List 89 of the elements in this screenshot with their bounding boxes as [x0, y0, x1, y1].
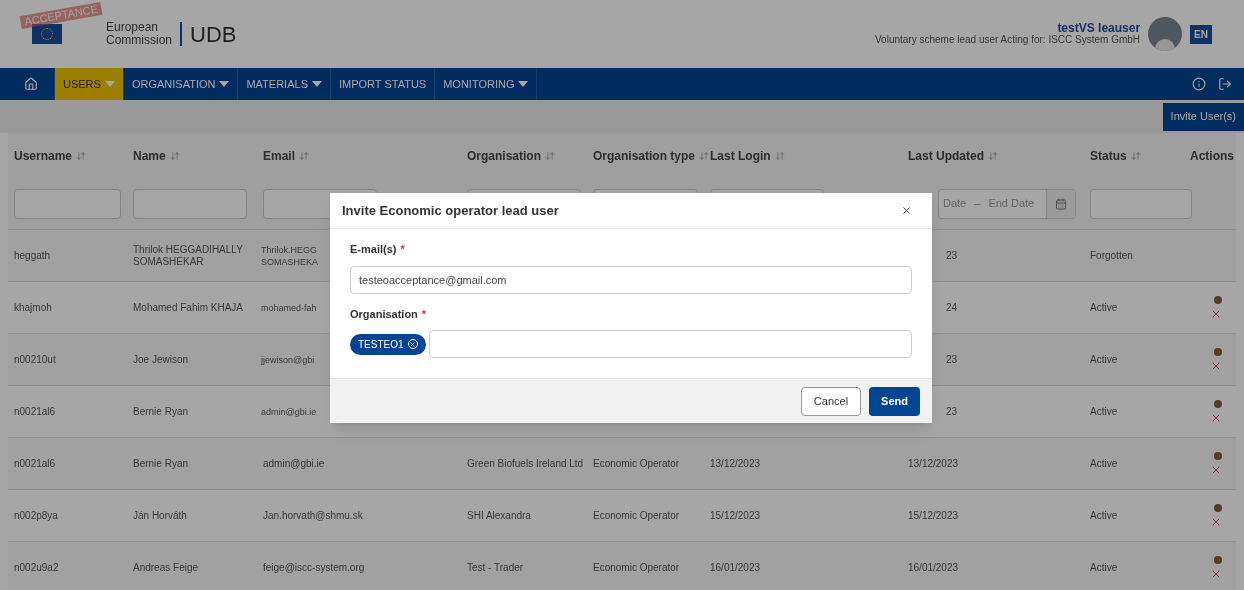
filter-field[interactable] — [1090, 188, 1192, 219]
table-cell: n0021al6 — [14, 405, 56, 417]
column-header[interactable]: Email — [263, 146, 295, 165]
table-cell: Andreas Feige — [133, 561, 199, 573]
table-cell: heggath — [14, 249, 51, 261]
table-cell: 13/12/2023 — [908, 457, 959, 469]
info-icon[interactable] — [1192, 77, 1206, 91]
table-cell: mohamed-fah — [261, 302, 317, 313]
nav-tab[interactable]: USERS — [55, 68, 124, 100]
table-cell: Forgotten — [1090, 249, 1133, 261]
organisation-field[interactable] — [428, 330, 912, 358]
table-cell: admin@gbi.ie — [261, 406, 317, 417]
table-cell: n002p8ya — [14, 509, 58, 521]
avatar-icon[interactable] — [1148, 17, 1183, 51]
remove-icon[interactable] — [407, 339, 418, 349]
column-header[interactable]: Actions — [1190, 146, 1234, 165]
column-header[interactable]: Organisation — [467, 146, 541, 165]
filter-field[interactable] — [14, 188, 121, 219]
filter-field[interactable] — [133, 188, 247, 219]
table-cell: Economic Operator — [593, 509, 680, 521]
table-cell: 15/12/2023 — [710, 509, 761, 521]
table-cell: jjewison@gbi — [261, 354, 315, 365]
table-cell: Economic Operator — [593, 561, 680, 573]
table-cell: Economic Operator — [593, 457, 680, 469]
table-cell: feige@iscc-system.org — [263, 561, 365, 573]
language-button[interactable]: EN — [1190, 24, 1212, 44]
table-cell: Bernie Ryan — [133, 457, 189, 469]
table-cell: khajmoh — [14, 301, 52, 313]
table-cell: Green Biofuels Ireland Ltd — [467, 457, 584, 469]
date-placeholder: End Date — [988, 196, 1035, 212]
date-separator: – — [973, 196, 982, 212]
table-cell: 13/12/2023 — [710, 457, 761, 469]
table-cell: Active — [1090, 405, 1118, 417]
table-cell: Active — [1090, 457, 1118, 469]
table-cell: n002u9a2 — [14, 561, 59, 573]
table-cell: Thrilok.HEGG SOMASHEKA — [261, 244, 318, 267]
table-cell: 16/01/2023 — [710, 561, 761, 573]
table-cell: n0021al6 — [14, 457, 56, 469]
table-cell: Bernie Ryan — [133, 405, 189, 417]
table-cell: n00210ut — [14, 353, 56, 365]
table-cell: Active — [1090, 301, 1118, 313]
column-header[interactable]: Status — [1090, 146, 1127, 165]
table-cell: Thrilok HEGGADIHALLY SOMASHEKAR — [133, 243, 243, 267]
calendar-icon[interactable] — [1046, 189, 1075, 218]
user-role: Voluntary scheme lead user Acting for: ISCC System GmbH — [875, 34, 1141, 46]
table-cell: 16/01/2023 — [908, 561, 959, 573]
logout-icon[interactable] — [1218, 77, 1232, 91]
email-field[interactable]: testeoacceptance@gmail.com — [350, 265, 912, 294]
field-label: Organisation — [350, 307, 418, 320]
dialog-title: Invite Economic operator lead user — [342, 201, 559, 220]
table-cell: 23 — [946, 353, 958, 365]
cancel-button[interactable]: Cancel — [800, 386, 862, 416]
column-header[interactable]: Last Login — [710, 146, 771, 165]
table-cell: Active — [1090, 509, 1118, 521]
table-cell: Jan.horvath@shmu.sk — [263, 509, 363, 521]
column-header[interactable]: Name — [133, 146, 166, 165]
flag-logo-icon — [32, 24, 62, 44]
table-cell: 24 — [946, 301, 958, 313]
app-title: UDB — [190, 20, 237, 49]
close-icon[interactable] — [901, 205, 912, 216]
required-mark: * — [400, 243, 405, 255]
caret-icon — [219, 81, 230, 87]
organisation-tag[interactable]: TESTEO1 — [350, 333, 426, 355]
home-icon[interactable] — [24, 77, 38, 91]
invite-users-button[interactable]: Invite User(s) — [1162, 102, 1244, 131]
table-cell: 23 — [946, 249, 958, 261]
required-mark: * — [421, 307, 427, 320]
table-cell: Joe Jewison — [133, 353, 189, 365]
column-header[interactable]: Organisation type — [593, 146, 696, 165]
org-name: European — [106, 21, 160, 34]
column-header[interactable]: Last Updated — [908, 146, 984, 165]
table-cell: admin@gbi.ie — [263, 457, 325, 469]
table-cell: 15/12/2023 — [908, 509, 959, 521]
table-cell: 23 — [946, 405, 958, 417]
table-cell: Active — [1090, 561, 1118, 573]
caret-icon — [518, 81, 529, 87]
caret-icon — [104, 81, 115, 87]
table-cell: Mohamed Fahim KHAJA — [133, 301, 244, 313]
org-name: Commission — [106, 34, 172, 47]
send-button[interactable]: Send — [869, 386, 920, 416]
user-name: testVS leauser — [1057, 22, 1141, 34]
column-header[interactable]: Username — [14, 146, 73, 165]
table-cell: SHI Alexandra — [467, 509, 531, 521]
date-placeholder: Date — [942, 196, 967, 212]
table-cell: Ján Horváth — [133, 509, 187, 521]
caret-icon — [311, 81, 322, 87]
table-cell: Test - Trader — [467, 561, 524, 573]
table-cell: Active — [1090, 353, 1118, 365]
field-label: E-mail(s) — [350, 243, 397, 255]
